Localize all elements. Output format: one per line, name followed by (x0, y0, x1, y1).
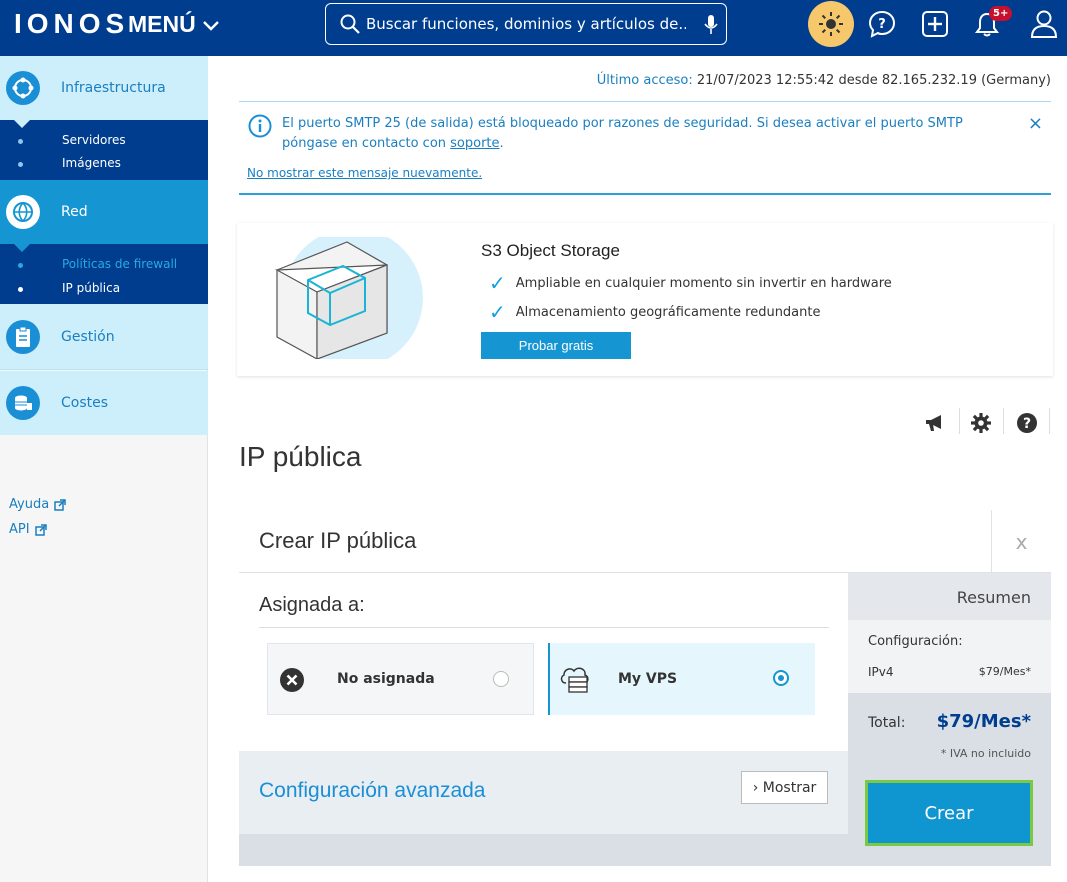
red-submenu: Políticas de firewall IP pública (0, 244, 208, 304)
api-link-label: API (9, 522, 30, 537)
menu-button[interactable]: MENÚ (128, 11, 220, 38)
option-my-vps[interactable]: My VPS (548, 643, 815, 715)
infrastructure-icon (6, 71, 40, 105)
ipv4-price: $79/Mes* (978, 665, 1031, 678)
coins-icon (6, 386, 40, 420)
info-icon (248, 114, 272, 138)
help-chat-button[interactable]: ? (867, 9, 897, 39)
chevron-right-icon: › (752, 779, 759, 796)
svg-text:?: ? (878, 17, 886, 32)
create-ip-card: Crear IP pública x Asignada a: No asigna… (239, 510, 1051, 866)
page-title: IP pública (239, 441, 362, 472)
ipv4-label: IPv4 (868, 665, 894, 679)
sidebar-item-imagenes[interactable]: Imágenes (62, 156, 121, 170)
promo-feature: ✓ Almacenamiento geográficamente redunda… (489, 300, 821, 324)
sidebar-item-costes[interactable]: Costes (0, 371, 208, 435)
sidebar-item-ip-publica[interactable]: IP pública (62, 281, 120, 295)
notification-badge: 5+ (989, 6, 1013, 21)
sidebar-item-label: Infraestructura (61, 80, 166, 96)
advanced-config-title[interactable]: Configuración avanzada (259, 779, 486, 803)
last-access: Último acceso: 21/07/2023 12:55:42 desde… (597, 73, 1051, 88)
assigned-to-label: Asignada a: (259, 594, 365, 616)
card-header: Crear IP pública x (239, 510, 1051, 573)
external-link-icon (54, 498, 66, 511)
api-link[interactable]: API (9, 522, 47, 537)
plus-square-icon (922, 11, 948, 37)
search-box[interactable] (325, 3, 727, 45)
promo-title: S3 Object Storage (481, 241, 620, 260)
dismiss-message-link[interactable]: No mostrar este mensaje nuevamente. (247, 166, 482, 180)
microphone-icon[interactable] (704, 14, 718, 36)
last-access-value: 21/07/2023 12:55:42 desde 82.165.232.19 … (696, 73, 1051, 88)
infra-submenu: Servidores Imágenes (0, 120, 208, 180)
option-label: No asignada (337, 671, 435, 687)
feedback-button[interactable] (924, 410, 946, 436)
search-input[interactable] (366, 15, 686, 33)
summary-panel: Resumen Configuración: IPv4 $79/Mes* Tot… (848, 573, 1051, 866)
question-circle-icon: ? (1017, 413, 1037, 433)
summary-title: Resumen (848, 573, 1051, 620)
sidebar-item-label: Gestión (61, 328, 115, 345)
check-icon: ✓ (489, 271, 506, 295)
last-access-label: Último acceso: (596, 73, 693, 88)
ionos-logo[interactable]: IONOS (14, 8, 129, 40)
sidebar-item-label: Red (61, 204, 88, 220)
radio-unassigned[interactable] (493, 671, 509, 687)
promo-feature: ✓ Ampliable en cualquier momento sin inv… (489, 271, 892, 295)
sun-icon (819, 12, 843, 36)
top-bar: IONOS MENÚ ? 5+ (0, 0, 1067, 56)
s3-promo-banner: S3 Object Storage ✓ Ampliable en cualqui… (237, 223, 1053, 376)
option-label: My VPS (618, 671, 678, 687)
close-alert-button[interactable]: × (1028, 115, 1043, 133)
advanced-config-section: Configuración avanzada › Mostrar (239, 751, 848, 834)
check-icon: ✓ (489, 300, 506, 324)
settings-button[interactable] (970, 410, 992, 436)
radio-my-vps[interactable] (773, 670, 789, 686)
help-link-label: Ayuda (9, 497, 50, 512)
config-label: Configuración: (868, 634, 963, 649)
user-icon (1030, 10, 1058, 38)
cloud-server-icon (560, 667, 589, 693)
gear-icon (971, 413, 991, 433)
sidebar-item-servidores[interactable]: Servidores (62, 133, 126, 147)
sidebar-item-infraestructura[interactable]: Infraestructura (0, 56, 208, 120)
smtp-alert: El puerto SMTP 25 (de salida) está bloqu… (239, 101, 1051, 195)
sidebar-item-red[interactable]: Red (0, 180, 208, 244)
chevron-down-icon (202, 20, 219, 31)
storage-cube-illustration (274, 237, 423, 359)
show-advanced-button[interactable]: › Mostrar (741, 771, 828, 804)
external-link-icon (34, 523, 47, 536)
megaphone-icon (926, 415, 941, 431)
option-unassigned[interactable]: No asignada (267, 643, 534, 715)
create-button[interactable]: Crear (868, 783, 1030, 843)
card-title: Crear IP pública (259, 528, 417, 553)
account-button[interactable] (1029, 9, 1059, 39)
theme-toggle-button[interactable] (808, 1, 854, 47)
vat-note: * IVA no incluido (940, 747, 1031, 760)
add-button[interactable] (920, 9, 950, 39)
sidebar: Infraestructura Servidores Imágenes Red … (0, 56, 208, 882)
sidebar-item-label: Costes (61, 395, 109, 411)
try-free-button[interactable]: Probar gratis (481, 332, 631, 359)
create-button-highlight: Crear (865, 780, 1033, 846)
close-card-button[interactable]: x (991, 510, 1051, 573)
svg-text:?: ? (1023, 416, 1031, 432)
menu-label: MENÚ (128, 11, 196, 37)
total-value: $79/Mes* (936, 711, 1031, 732)
sidebar-item-gestion[interactable]: Gestión (0, 304, 208, 370)
help-link[interactable]: Ayuda (9, 497, 66, 512)
help-button[interactable]: ? (1016, 410, 1038, 436)
network-globe-icon (6, 195, 40, 229)
total-label: Total: (868, 715, 906, 731)
search-icon (340, 14, 360, 34)
clipboard-icon (6, 320, 40, 354)
alert-message: El puerto SMTP 25 (de salida) está bloqu… (282, 116, 963, 151)
support-link[interactable]: soporte (450, 136, 499, 151)
sidebar-item-politicas-firewall[interactable]: Políticas de firewall (62, 257, 177, 271)
question-bubble-icon: ? (868, 10, 896, 38)
x-circle-icon (280, 668, 304, 692)
